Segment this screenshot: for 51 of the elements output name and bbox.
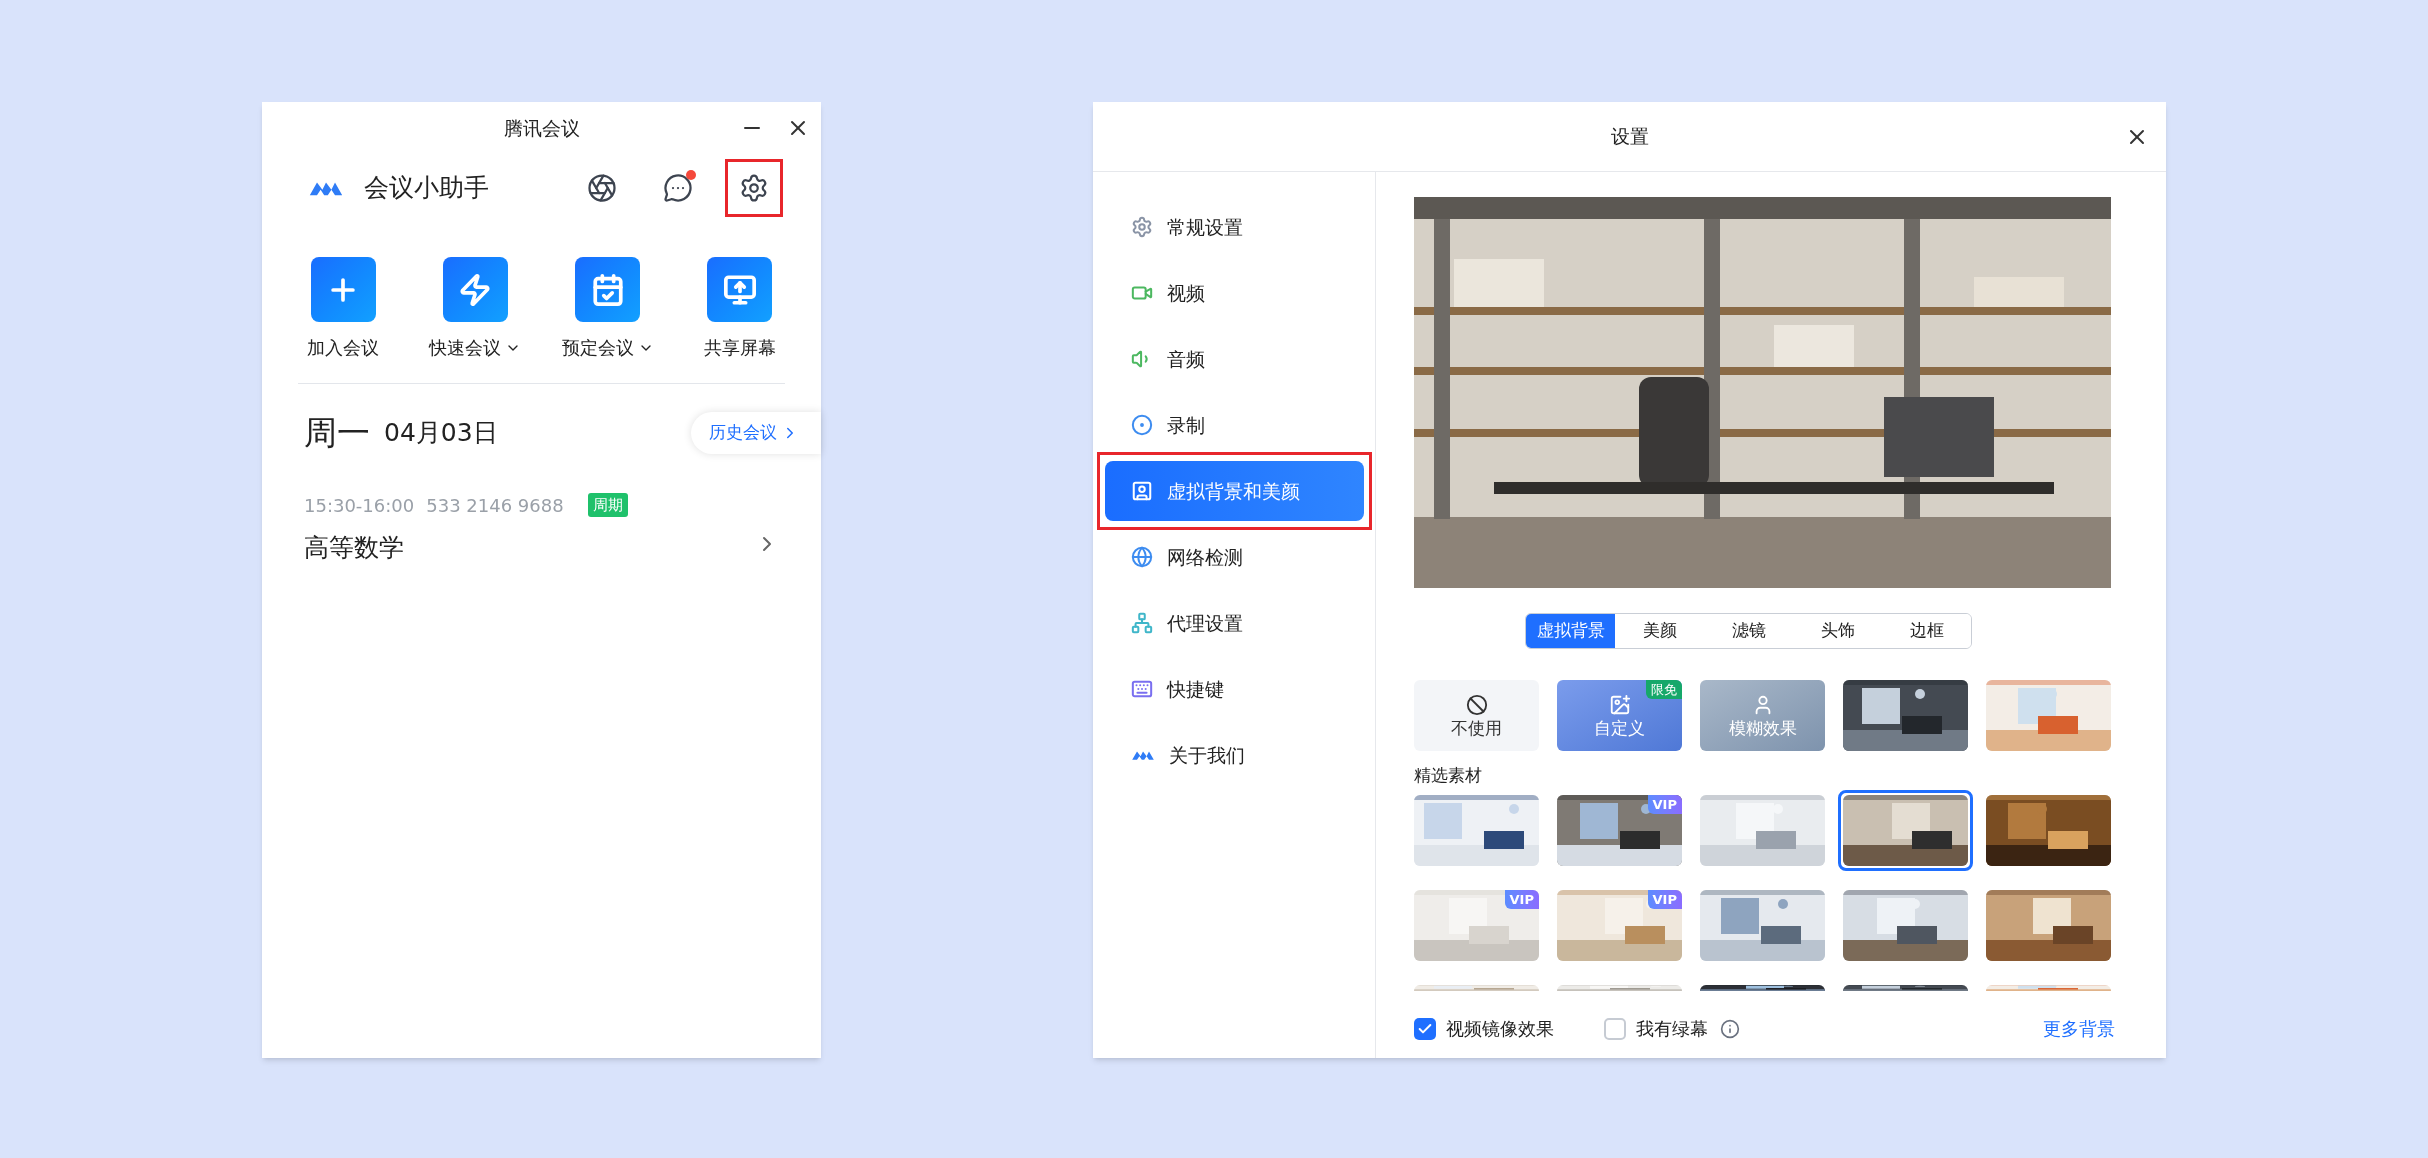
sidebar-item[interactable]: 录制 [1105, 395, 1364, 455]
chat-icon [663, 173, 693, 203]
weekday: 周一 [304, 412, 370, 454]
recurring-tag: 周期 [587, 492, 628, 518]
tab[interactable]: 虚拟背景 [1526, 614, 1615, 648]
action-button[interactable]: 预定会议 [562, 257, 653, 361]
action-button[interactable]: 共享屏幕 [695, 257, 785, 361]
meeting-title: 高等数学 [304, 531, 405, 564]
checkbox-label: 视频镜像效果 [1446, 1017, 1554, 1041]
vip-badge: VIP [1647, 794, 1682, 814]
meeting-time: 15:30-16:00 [304, 493, 415, 518]
record-icon [1131, 414, 1153, 436]
add-image-icon [1608, 694, 1631, 716]
vip-badge: VIP [1647, 889, 1682, 909]
checkbox-label: 我有绿幕 [1636, 1017, 1708, 1041]
sidebar-item[interactable]: 快捷键 [1105, 659, 1364, 719]
background-option[interactable]: 自定义 限免 [1557, 680, 1682, 751]
portrait-icon [1131, 480, 1153, 502]
keyboard-icon [1131, 678, 1153, 700]
sidebar-item[interactable]: 视频 [1105, 263, 1364, 323]
aperture-icon [587, 173, 617, 203]
sidebar-item[interactable]: 网络检测 [1105, 527, 1364, 587]
more-backgrounds-link[interactable]: 更多背景 [2043, 1015, 2115, 1042]
sidebar-item[interactable]: 音频 [1105, 329, 1364, 389]
assistant-title: 会议小助手 [364, 172, 489, 205]
window-title: 腾讯会议 [503, 115, 580, 141]
globe-icon [1131, 546, 1153, 568]
sidebar-item[interactable]: 常规设置 [1105, 197, 1364, 257]
sidebar-item[interactable]: 虚拟背景和美颜 [1105, 461, 1364, 521]
checkbox[interactable] [1604, 1017, 1626, 1040]
sidebar-item[interactable]: 关于我们 [1105, 725, 1364, 785]
checkbox[interactable] [1414, 1017, 1436, 1040]
meeting-item[interactable]: 15:30-16:00 533 2146 9688 周期 高等数学 [304, 491, 779, 566]
info-icon[interactable] [1720, 1018, 1740, 1039]
network-icon [1131, 612, 1153, 634]
date-label: 04月03日 [384, 417, 498, 449]
settings-icon [1131, 216, 1153, 238]
meeting-number: 533 2146 9688 [426, 493, 564, 518]
promo-badge: 限免 [1646, 680, 1682, 699]
history-button[interactable]: 历史会议 [691, 411, 821, 454]
action-button[interactable]: 加入会议 [298, 257, 388, 361]
vip-badge: VIP [1504, 889, 1539, 909]
share-screen-icon [723, 272, 757, 307]
ban-icon [1465, 694, 1488, 716]
lightning-icon [458, 272, 493, 307]
sidebar-item[interactable]: 代理设置 [1105, 593, 1364, 653]
section-title: 精选素材 [1414, 764, 1483, 787]
calendar-icon [590, 272, 625, 307]
window-title: 设置 [1610, 124, 1649, 150]
action-button[interactable]: 快速会议 [430, 257, 521, 361]
settings-icon [739, 173, 769, 203]
